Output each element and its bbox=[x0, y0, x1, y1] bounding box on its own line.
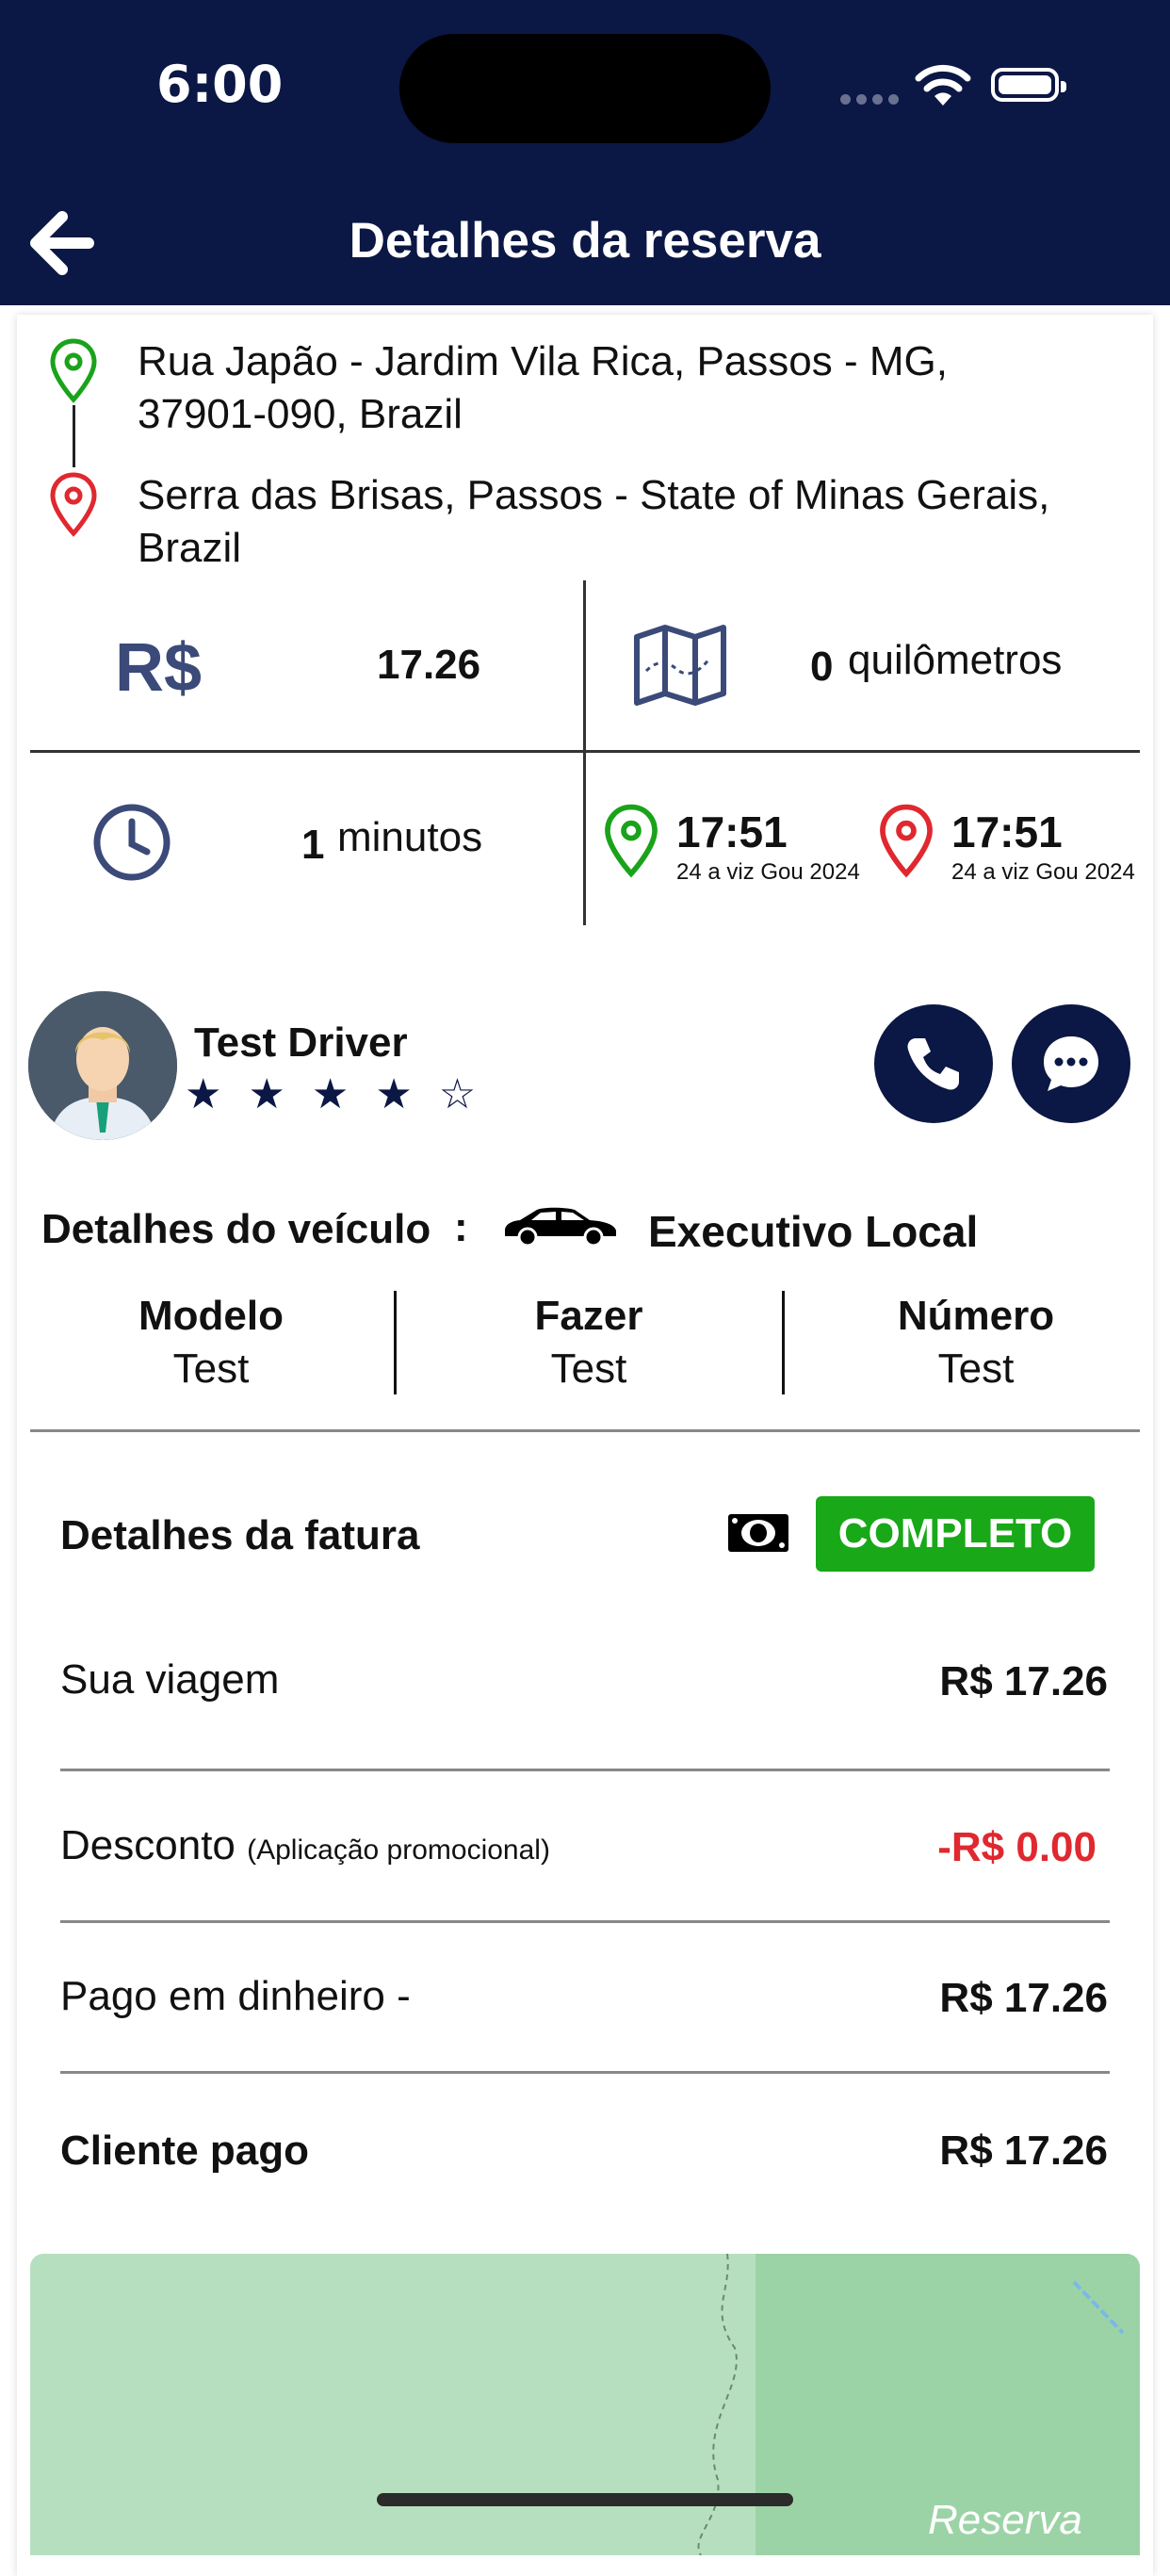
stats-divider-horizontal bbox=[30, 750, 1140, 753]
dropoff-address: Serra das Brisas, Passos - State of Mina… bbox=[138, 472, 1050, 571]
end-time-pin-icon bbox=[880, 804, 933, 878]
route-connector bbox=[73, 405, 75, 467]
driver-avatar bbox=[28, 991, 177, 1140]
clock-icon bbox=[93, 804, 171, 881]
vehicle-model-value: Test bbox=[172, 1345, 250, 1392]
section-divider bbox=[30, 1429, 1140, 1432]
vehicle-model-column: Modelo Test bbox=[32, 1293, 390, 1393]
vehicle-type: Executivo Local bbox=[648, 1207, 979, 1256]
home-indicator[interactable] bbox=[377, 2493, 793, 2506]
discount-label: Desconto (Aplicação promocional) bbox=[60, 1822, 550, 1869]
discount-label-text: Desconto bbox=[60, 1822, 236, 1868]
end-date: 24 a viz Gou 2024 bbox=[951, 859, 1135, 885]
status-time: 6:00 bbox=[156, 55, 284, 114]
invoice-title: Detalhes da fatura bbox=[60, 1512, 420, 1558]
dropoff-pin-icon bbox=[50, 472, 97, 537]
duration-value: 1 bbox=[301, 822, 325, 868]
payment-status-badge: COMPLETO bbox=[816, 1496, 1095, 1572]
customer-paid-value: R$ 17.26 bbox=[939, 2128, 1108, 2174]
stats-divider-vertical bbox=[583, 580, 586, 925]
vehicle-make-header: Fazer bbox=[534, 1293, 643, 1339]
fare-value: 17.26 bbox=[377, 642, 481, 688]
start-time: 17:51 bbox=[676, 807, 788, 856]
vehicle-model-header: Modelo bbox=[138, 1293, 284, 1339]
duration-unit: minutos bbox=[337, 814, 483, 860]
page-title: Detalhes da reserva bbox=[349, 213, 821, 269]
invoice-divider bbox=[60, 2071, 1110, 2074]
customer-paid-label: Cliente pago bbox=[60, 2128, 310, 2174]
vehicle-number-header: Número bbox=[897, 1293, 1055, 1339]
map-place-label: Reserva bbox=[928, 2497, 1082, 2543]
invoice-divider bbox=[60, 1769, 1110, 1771]
vehicle-number-column: Número Test bbox=[797, 1293, 1155, 1393]
wifi-icon bbox=[915, 64, 971, 106]
map-icon bbox=[634, 625, 726, 706]
driver-name: Test Driver bbox=[194, 1019, 408, 1066]
chat-button[interactable] bbox=[1012, 1004, 1130, 1123]
call-button[interactable] bbox=[874, 1004, 993, 1123]
cash-icon bbox=[728, 1514, 788, 1552]
discount-note: (Aplicação promocional) bbox=[247, 1834, 550, 1866]
car-icon bbox=[505, 1207, 616, 1247]
discount-value: -R$ 0.00 bbox=[937, 1824, 1097, 1870]
start-time-pin-icon bbox=[605, 804, 658, 878]
cash-paid-value: R$ 17.26 bbox=[939, 1975, 1108, 2021]
vehicle-column-divider bbox=[394, 1291, 397, 1394]
vehicle-column-divider bbox=[782, 1291, 785, 1394]
vehicle-number-value: Test bbox=[937, 1345, 1015, 1392]
end-time: 17:51 bbox=[951, 807, 1063, 856]
dynamic-island bbox=[399, 34, 771, 143]
pickup-address: Rua Japão - Jardim Vila Rica, Passos - M… bbox=[138, 338, 948, 437]
cash-paid-label: Pago em dinheiro - bbox=[60, 1973, 411, 2019]
distance-value: 0 bbox=[810, 644, 834, 690]
pickup-pin-icon bbox=[50, 338, 97, 403]
chat-bubble-icon bbox=[1044, 1036, 1098, 1091]
battery-icon bbox=[991, 68, 1066, 102]
vehicle-details-label: Detalhes do veículo bbox=[41, 1206, 431, 1252]
driver-rating-stars: ★★★★☆ bbox=[185, 1071, 503, 1117]
trip-fare-label: Sua viagem bbox=[60, 1656, 280, 1703]
signal-icon bbox=[840, 92, 904, 109]
trip-fare-value: R$ 17.26 bbox=[939, 1658, 1108, 1704]
vehicle-details-separator: : bbox=[454, 1204, 468, 1250]
vehicle-make-value: Test bbox=[550, 1345, 627, 1392]
start-date: 24 a viz Gou 2024 bbox=[676, 859, 860, 885]
phone-icon bbox=[907, 1038, 959, 1090]
vehicle-make-column: Fazer Test bbox=[410, 1293, 768, 1393]
distance-unit: quilômetros bbox=[848, 637, 1063, 683]
currency-icon: R$ bbox=[115, 630, 203, 706]
invoice-divider bbox=[60, 1920, 1110, 1923]
